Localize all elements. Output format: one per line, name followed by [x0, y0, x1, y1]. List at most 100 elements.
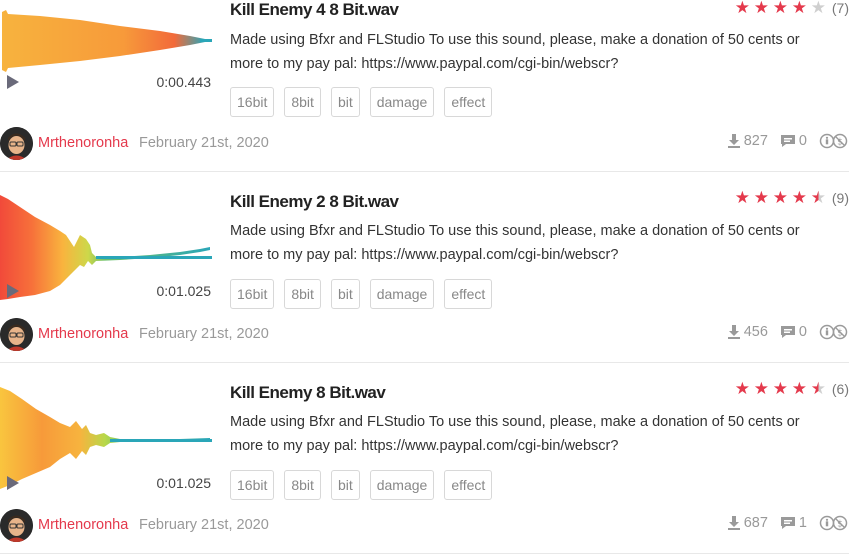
sound-meta: Mrthenoronha February 21st, 2020 687 1 $ [0, 509, 849, 543]
comment-count[interactable]: 0 [780, 133, 807, 149]
tag[interactable]: bit [330, 279, 360, 309]
license-badge[interactable]: $ [819, 133, 849, 149]
play-button[interactable] [6, 75, 20, 89]
cc-attribution-noncommercial-icon: $ [819, 133, 848, 149]
waveform[interactable]: 0:00.443 [0, 0, 215, 104]
tag[interactable]: effect [444, 470, 493, 500]
rating: ★ ★ ★ ★ ★ (6) [733, 380, 849, 397]
star-half-icon: ★ [810, 188, 826, 207]
tag[interactable]: effect [444, 279, 493, 309]
tag[interactable]: bit [330, 470, 360, 500]
play-icon [7, 284, 19, 298]
download-icon [727, 516, 740, 530]
cc-attribution-noncommercial-icon: $ [819, 324, 848, 340]
download-count-value: 687 [743, 515, 768, 531]
star-icon: ★ [734, 188, 750, 207]
sound-stats: 687 1 $ [727, 515, 849, 531]
comment-count[interactable]: 0 [780, 324, 807, 340]
username-link[interactable]: Mrthenoronha [38, 517, 128, 533]
sound-stats: 827 0 $ [727, 133, 849, 149]
rating-count: (6) [831, 380, 849, 397]
sound-stats: 456 0 $ [727, 324, 849, 340]
download-count-value: 456 [743, 324, 768, 340]
download-icon [727, 325, 740, 339]
download-icon [727, 134, 740, 148]
tag-list: 16bit 8bit bit damage effect [230, 279, 493, 309]
avatar-image [0, 127, 33, 160]
rating-count: (9) [831, 189, 849, 206]
star-icon: ★ [734, 0, 750, 17]
comment-count[interactable]: 1 [780, 515, 807, 531]
star-icon: ★ [734, 379, 750, 398]
license-badge[interactable]: $ [819, 515, 849, 531]
star-icon: ★ [810, 0, 826, 17]
avatar-image [0, 318, 33, 351]
sound-title[interactable]: Kill Enemy 4 8 Bit.wav [230, 0, 399, 20]
star-icon: ★ [753, 379, 769, 398]
star-icon: ★ [772, 188, 788, 207]
sound-description: Made using Bfxr and FLStudio To use this… [230, 32, 800, 72]
tag-list: 16bit 8bit bit damage effect [230, 470, 493, 500]
star-icon: ★ [753, 188, 769, 207]
sound-item: 0:01.025 Kill Enemy 2 8 Bit.wav ★ ★ ★ ★ … [0, 172, 849, 363]
duration: 0:01.025 [156, 475, 212, 491]
waveform[interactable]: 0:01.025 [0, 195, 215, 300]
download-count: 687 [727, 515, 768, 531]
avatar-image [0, 509, 33, 542]
sound-title[interactable]: Kill Enemy 8 Bit.wav [230, 383, 386, 403]
sound-meta: Mrthenoronha February 21st, 2020 827 0 $ [0, 127, 849, 161]
download-count-value: 827 [743, 133, 768, 149]
star-icon: ★ [791, 0, 807, 17]
tag[interactable]: 16bit [230, 279, 275, 309]
star-half-icon: ★ [810, 379, 826, 398]
comment-icon [780, 135, 795, 147]
star-icon: ★ [791, 379, 807, 398]
tag[interactable]: 8bit [284, 87, 321, 117]
tag-list: 16bit 8bit bit damage effect [230, 87, 493, 117]
tag[interactable]: damage [369, 470, 435, 500]
tag[interactable]: damage [369, 87, 435, 117]
star-icon: ★ [772, 0, 788, 17]
sound-title[interactable]: Kill Enemy 2 8 Bit.wav [230, 192, 399, 212]
duration: 0:00.443 [156, 74, 212, 90]
comment-count-value: 0 [798, 324, 807, 340]
star-icon: ★ [791, 188, 807, 207]
cc-attribution-noncommercial-icon: $ [819, 515, 848, 531]
upload-date: February 21st, 2020 [139, 517, 269, 533]
rating-count: (7) [831, 0, 849, 16]
rating: ★ ★ ★ ★ ★ (7) [733, 0, 849, 16]
sound-item: 0:01.025 Kill Enemy 8 Bit.wav ★ ★ ★ ★ ★ … [0, 363, 849, 554]
rating: ★ ★ ★ ★ ★ (9) [733, 189, 849, 206]
sound-description: Made using Bfxr and FLStudio To use this… [230, 414, 800, 454]
tag[interactable]: 16bit [230, 87, 275, 117]
tag[interactable]: 8bit [284, 279, 321, 309]
sound-meta: Mrthenoronha February 21st, 2020 456 0 $ [0, 318, 849, 352]
username-link[interactable]: Mrthenoronha [38, 135, 128, 151]
tag[interactable]: bit [330, 87, 360, 117]
star-icon: ★ [753, 0, 769, 17]
upload-date: February 21st, 2020 [139, 135, 269, 151]
tag[interactable]: damage [369, 279, 435, 309]
download-count: 456 [727, 324, 768, 340]
comment-icon [780, 326, 795, 338]
tag[interactable]: effect [444, 87, 493, 117]
license-badge[interactable]: $ [819, 324, 849, 340]
waveform[interactable]: 0:01.025 [0, 385, 215, 491]
upload-date: February 21st, 2020 [139, 326, 269, 342]
avatar[interactable] [0, 318, 33, 351]
avatar[interactable] [0, 509, 33, 542]
duration: 0:01.025 [156, 283, 212, 299]
tag[interactable]: 16bit [230, 470, 275, 500]
sound-item: 0:00.443 Kill Enemy 4 8 Bit.wav ★ ★ ★ ★ … [0, 0, 849, 172]
comment-icon [780, 517, 795, 529]
sound-description: Made using Bfxr and FLStudio To use this… [230, 223, 800, 263]
avatar[interactable] [0, 127, 33, 160]
comment-count-value: 0 [798, 133, 807, 149]
play-button[interactable] [6, 284, 20, 298]
download-count: 827 [727, 133, 768, 149]
play-button[interactable] [6, 476, 20, 490]
star-icon: ★ [772, 379, 788, 398]
tag[interactable]: 8bit [284, 470, 321, 500]
play-icon [7, 75, 19, 89]
username-link[interactable]: Mrthenoronha [38, 326, 128, 342]
